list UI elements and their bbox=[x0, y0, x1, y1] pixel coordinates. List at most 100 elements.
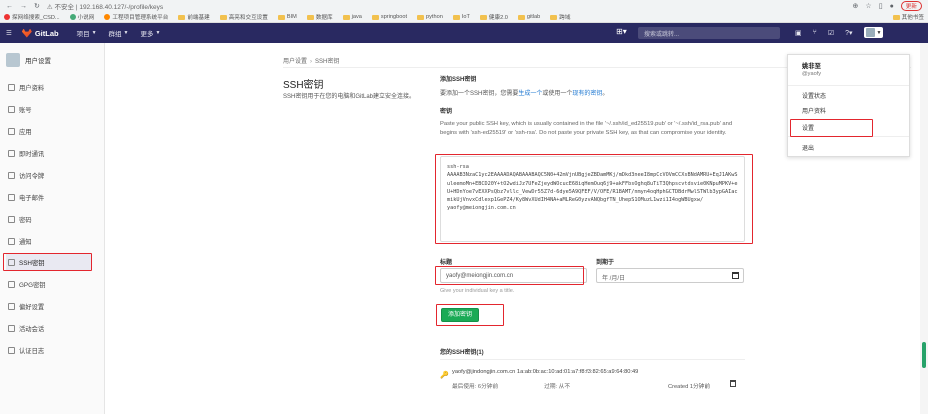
dropdown-set-status[interactable]: 设置状态 bbox=[802, 91, 826, 100]
sidebar-item-active-sessions[interactable]: 活动会话 bbox=[6, 320, 92, 336]
url-text: 192.168.40.127/-/profile/keys bbox=[79, 4, 164, 11]
existing-key-link[interactable]: 现有的密钥 bbox=[572, 91, 602, 97]
bookmark-other[interactable]: 其他书签 bbox=[892, 13, 924, 21]
sidebar-item-password[interactable]: 密码 bbox=[6, 211, 92, 227]
folder-icon bbox=[550, 14, 558, 20]
key-icon bbox=[8, 258, 15, 266]
sidebar-item-emails[interactable]: 电子邮件 bbox=[6, 189, 92, 205]
folder-icon bbox=[178, 14, 186, 20]
folder-icon bbox=[277, 14, 285, 20]
expires-date-field[interactable]: 年 /月/日 bbox=[596, 268, 744, 283]
menu-icon[interactable]: ☰ bbox=[6, 29, 12, 37]
todo-icon[interactable]: ☑ bbox=[828, 29, 834, 37]
bookmark-folder[interactable]: springboot bbox=[371, 14, 407, 20]
sidebar-item-notifications[interactable]: 通知 bbox=[6, 233, 92, 249]
delete-key-icon[interactable] bbox=[730, 380, 736, 387]
security-label: 不安全 bbox=[54, 4, 75, 11]
title-field[interactable]: yaofy@meiongjin.com.cn bbox=[440, 268, 587, 283]
breadcrumb: 用户设置 › SSH密钥 bbox=[283, 56, 339, 65]
sidebar-item-applications[interactable]: 应用 bbox=[6, 123, 92, 139]
sidebar-item-access-tokens[interactable]: 访问令牌 bbox=[6, 167, 92, 183]
dropdown-user-handle: @yaofy bbox=[802, 71, 822, 77]
zoom-icon[interactable]: ⊕ bbox=[853, 2, 859, 10]
folder-icon bbox=[219, 14, 227, 20]
key-textarea[interactable]: ssh-rsa AAAAB3NzaC1yc2EAAAADAQABAAABAQC5… bbox=[440, 156, 745, 242]
menu-groups[interactable]: 群组 ▼ bbox=[109, 28, 129, 38]
add-key-button[interactable]: 添加密钥 bbox=[441, 308, 479, 322]
sidebar-toggle-icon[interactable]: ▯ bbox=[879, 2, 883, 10]
gitlab-navbar: ☰ GitLab 项目 ▼ 群组 ▼ 更多 ▼ ⊞▾ 搜索或跳转... ▣ ⑂ ☑ ?… bbox=[0, 23, 928, 43]
dropdown-user-name[interactable]: 姚非至 bbox=[802, 61, 821, 70]
key-title: yaofy@jindongjin.com.cn bbox=[452, 369, 516, 375]
bookmark-item[interactable]: 小说网 bbox=[69, 13, 94, 21]
menu-projects[interactable]: 项目 ▼ bbox=[77, 28, 97, 38]
search-input[interactable]: 搜索或跳转... bbox=[638, 27, 780, 39]
folder-icon bbox=[517, 14, 525, 20]
account-icon bbox=[8, 105, 15, 113]
merge-request-icon[interactable]: ⑂ bbox=[813, 29, 817, 36]
gitlab-logo[interactable]: GitLab bbox=[21, 28, 59, 38]
divider bbox=[440, 359, 745, 360]
menu-more[interactable]: 更多 ▼ bbox=[140, 28, 160, 38]
page-title: SSH密钥 bbox=[283, 80, 324, 91]
bookmark-folder[interactable]: 高亮和交互设置 bbox=[219, 13, 268, 21]
sidebar-header[interactable]: 用户设置 bbox=[0, 43, 104, 73]
key-icon: 🔑 bbox=[440, 372, 449, 379]
sidebar-item-gpg-keys[interactable]: GPG密钥 bbox=[6, 276, 92, 292]
profile-icon[interactable]: ● bbox=[890, 3, 894, 10]
bookmark-folder[interactable]: IoT bbox=[452, 14, 470, 20]
top-icons: ▣ ⑂ ☑ ?▾ ▼ bbox=[795, 27, 884, 38]
generate-key-link[interactable]: 生成一个 bbox=[518, 91, 542, 97]
chevron-down-icon: ▼ bbox=[155, 30, 161, 36]
update-button[interactable]: 更新 bbox=[900, 1, 922, 11]
bookmark-folder[interactable]: gitlab bbox=[517, 14, 540, 20]
lock-icon bbox=[8, 215, 15, 223]
sidebar-item-auth-log[interactable]: 认证日志 bbox=[6, 342, 92, 358]
back-icon[interactable]: ← bbox=[6, 3, 13, 10]
new-item-icon[interactable]: ⊞▾ bbox=[616, 27, 627, 36]
notifications-icon bbox=[8, 237, 15, 245]
breadcrumb-separator: › bbox=[310, 59, 313, 65]
bookmarks-bar: 探网络搜索_CSD... 小说网 工程项目管理系统平台 前端基建 高亮和交互设置… bbox=[0, 12, 928, 23]
dropdown-sign-out[interactable]: 退出 bbox=[802, 143, 814, 152]
key-meta: 最后使用: 6分钟前 过期: 从不 bbox=[452, 381, 570, 390]
dropdown-profile[interactable]: 用户资料 bbox=[802, 106, 826, 115]
sidebar-item-chat[interactable]: 即时通讯 bbox=[6, 145, 92, 161]
gitlab-fox-icon bbox=[21, 28, 32, 38]
forward-icon[interactable]: → bbox=[20, 3, 27, 10]
warning-icon: ⚠ bbox=[46, 4, 53, 11]
sidebar-item-account[interactable]: 账号 bbox=[6, 101, 92, 117]
bookmark-folder[interactable]: python bbox=[417, 14, 443, 20]
bookmark-folder[interactable]: 跨域 bbox=[550, 13, 570, 21]
dropdown-settings[interactable]: 设置 bbox=[802, 123, 814, 132]
address-bar[interactable]: ⚠ 不安全 | 192.168.40.127/-/profile/keys bbox=[47, 1, 846, 11]
sidebar-item-ssh-keys[interactable]: SSH密钥 bbox=[6, 254, 92, 270]
help-icon[interactable]: ?▾ bbox=[845, 29, 852, 37]
scrollbar-thumb[interactable] bbox=[922, 342, 926, 368]
bookmark-folder[interactable]: BIM bbox=[277, 14, 297, 20]
token-icon bbox=[8, 171, 15, 179]
chevron-down-icon: ▼ bbox=[123, 30, 129, 36]
bookmark-item[interactable]: 探网络搜索_CSD... bbox=[4, 13, 60, 21]
bookmark-folder[interactable]: 健康2.0 bbox=[479, 13, 508, 21]
key-help-text: Paste your public SSH key, which is usua… bbox=[440, 121, 733, 136]
user-menu-button[interactable]: ▼ bbox=[863, 27, 884, 38]
sidebar-item-profile[interactable]: 用户资料 bbox=[6, 79, 92, 95]
issues-icon[interactable]: ▣ bbox=[795, 29, 802, 37]
sidebar-item-preferences[interactable]: 偏好设置 bbox=[6, 298, 92, 314]
calendar-icon[interactable] bbox=[732, 272, 739, 279]
add-key-intro: 要添加一个SSH密钥，您需要生成一个或使用一个现有的密钥。 bbox=[440, 91, 609, 97]
add-key-heading: 添加SSH密钥 bbox=[440, 77, 477, 83]
bookmark-folder[interactable]: 数据库 bbox=[306, 13, 333, 21]
breadcrumb-item[interactable]: 用户设置 bbox=[283, 59, 307, 65]
key-row[interactable]: yaofy@jindongjin.com.cn 1a:ab:0b:ac:10:a… bbox=[452, 369, 638, 375]
bookmark-folder[interactable]: java bbox=[342, 14, 362, 20]
bookmark-folder[interactable]: 前端基建 bbox=[178, 13, 210, 21]
folder-icon bbox=[342, 14, 350, 20]
breadcrumb-item[interactable]: SSH密钥 bbox=[315, 59, 339, 65]
star-icon[interactable]: ☆ bbox=[865, 2, 871, 10]
reload-icon[interactable]: ↻ bbox=[34, 2, 40, 10]
folder-icon bbox=[306, 14, 314, 20]
bookmark-item[interactable]: 工程项目管理系统平台 bbox=[104, 13, 168, 21]
key-fingerprint: 1a:ab:0b:ac:10:ad:01:a7:f8:f3:82:65:a9:6… bbox=[516, 369, 639, 375]
